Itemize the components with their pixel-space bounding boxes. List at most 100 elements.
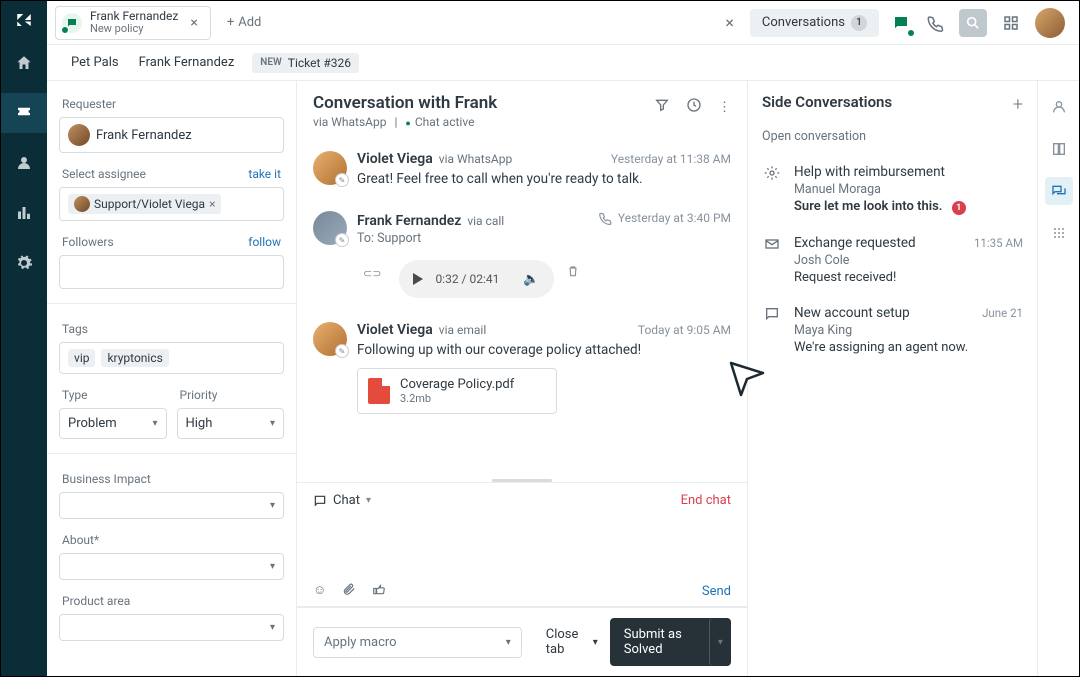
- phone-icon[interactable]: [925, 13, 945, 33]
- sc-time: 11:35 AM: [974, 235, 1023, 285]
- audio-time: 0:32 / 02:41: [435, 272, 499, 286]
- profile-avatar[interactable]: [1035, 8, 1065, 38]
- tag-chip[interactable]: vip: [68, 349, 95, 367]
- audio-link-icon[interactable]: ⊂⊃: [357, 267, 387, 280]
- filter-icon[interactable]: [654, 97, 670, 117]
- apply-macro-select[interactable]: Apply macro: [313, 627, 522, 658]
- sc-title: Help with reimbursement: [794, 164, 1023, 180]
- assignee-field[interactable]: Support/Violet Viega ×: [59, 187, 284, 221]
- submit-dropdown[interactable]: [709, 618, 731, 666]
- conversation-title: Conversation with Frank: [313, 93, 497, 113]
- attachment-chip[interactable]: Coverage Policy.pdf 3.2mb: [357, 368, 557, 414]
- channel-selector[interactable]: Chat ▾: [313, 493, 371, 508]
- priority-select[interactable]: High: [177, 408, 285, 439]
- end-chat-button[interactable]: End chat: [681, 493, 731, 508]
- impact-select[interactable]: [59, 492, 284, 519]
- user-icon[interactable]: [1045, 93, 1073, 121]
- search-box-icon[interactable]: [959, 9, 987, 37]
- side-conversation-item[interactable]: Exchange requested Josh Cole Request rec…: [762, 225, 1023, 295]
- tab-open-ticket[interactable]: Frank Fernandez New policy ×: [55, 6, 211, 40]
- call-icon: [598, 211, 612, 225]
- apps-grid-icon[interactable]: [1045, 219, 1073, 247]
- chat-icon: [62, 13, 82, 33]
- side-conversations-icon[interactable]: [1045, 177, 1073, 205]
- sc-sub: Josh Cole: [794, 253, 962, 268]
- remove-assignee-icon[interactable]: ×: [209, 197, 215, 211]
- tag-chip[interactable]: kryptonics: [101, 349, 168, 367]
- mail-icon: [762, 235, 782, 285]
- play-icon[interactable]: [413, 273, 423, 285]
- about-label: About*: [62, 533, 281, 547]
- impact-label: Business Impact: [62, 472, 281, 486]
- chat-status-icon[interactable]: [891, 13, 911, 33]
- close-tab-button[interactable]: Close tab▾: [546, 627, 598, 657]
- gear-icon: [762, 164, 782, 215]
- nav-reporting[interactable]: [1, 193, 47, 233]
- nav-rail: [1, 1, 47, 676]
- sc-sub: Manuel Moraga: [794, 182, 1023, 197]
- message-channel: via WhatsApp: [439, 152, 512, 166]
- type-select[interactable]: Problem: [59, 408, 167, 439]
- crumb-requester[interactable]: Frank Fernandez: [131, 51, 243, 74]
- add-tab-button[interactable]: + Add: [217, 15, 272, 30]
- ticket-fields-panel: Requester Frank Fernandez Select assigne…: [47, 81, 297, 676]
- audio-player[interactable]: 0:32 / 02:41 🔈: [399, 260, 553, 298]
- message: ✎ Frank Fernandez via call Yesterday at …: [313, 199, 731, 310]
- tab-close-icon[interactable]: ×: [186, 15, 201, 31]
- requester-field[interactable]: Frank Fernandez: [59, 117, 284, 153]
- history-icon[interactable]: [686, 97, 702, 117]
- nav-customers[interactable]: [1, 143, 47, 183]
- message-author: Violet Viega: [357, 151, 433, 167]
- knowledge-icon[interactable]: [1045, 135, 1073, 163]
- plus-icon: +: [227, 15, 234, 30]
- delete-icon[interactable]: [566, 264, 580, 282]
- product-select[interactable]: [59, 614, 284, 641]
- side-conversation-item[interactable]: Help with reimbursement Manuel Moraga Su…: [762, 154, 1023, 225]
- more-icon[interactable]: ⋮: [718, 100, 731, 115]
- side-subtitle: Open conversation: [762, 129, 1023, 144]
- submit-button[interactable]: Submit as Solved: [610, 618, 717, 666]
- about-select[interactable]: [59, 553, 284, 580]
- tags-field[interactable]: vip kryptonics: [59, 342, 284, 374]
- message-avatar: ✎: [313, 211, 347, 245]
- thumbs-up-icon[interactable]: [372, 582, 386, 600]
- chat-status: Chat active: [405, 115, 474, 129]
- nav-admin[interactable]: [1, 243, 47, 283]
- sc-snippet: Request received!: [794, 270, 962, 285]
- message-text: Following up with our coverage policy at…: [357, 342, 731, 358]
- side-conversations-panel: Side Conversations + Open conversation H…: [747, 81, 1037, 676]
- apps-icon[interactable]: [1001, 13, 1021, 33]
- send-button[interactable]: Send: [702, 584, 731, 599]
- follow-link[interactable]: follow: [248, 235, 281, 249]
- tab-subtitle: New policy: [90, 23, 178, 35]
- message: ✎ Violet Viega via WhatsApp Yesterday at…: [313, 139, 731, 199]
- sc-title: Exchange requested: [794, 235, 962, 251]
- volume-icon[interactable]: 🔈: [523, 272, 539, 287]
- side-conversation-item[interactable]: New account setup Maya King We're assign…: [762, 295, 1023, 365]
- type-label: Type: [62, 388, 164, 402]
- message-avatar: ✎: [313, 322, 347, 356]
- followers-field[interactable]: [59, 255, 284, 289]
- message-to: To: Support: [357, 231, 731, 246]
- ticket-pill[interactable]: NEW Ticket #326: [252, 53, 359, 73]
- context-rail: [1037, 81, 1079, 676]
- take-it-link[interactable]: take it: [248, 167, 281, 181]
- attachment-icon[interactable]: [342, 582, 356, 600]
- nav-tickets[interactable]: [1, 93, 47, 133]
- sc-sub: Maya King: [794, 323, 970, 338]
- composer-input[interactable]: [297, 518, 747, 576]
- search-close-icon[interactable]: ×: [709, 13, 750, 32]
- conversations-button[interactable]: Conversations 1: [750, 9, 879, 37]
- message-time: Yesterday at 3:40 PM: [598, 211, 731, 225]
- crumb-org[interactable]: Pet Pals: [63, 51, 127, 74]
- attachment-size: 3.2mb: [400, 392, 514, 405]
- sc-snippet: Sure let me look into this. 1: [794, 199, 1023, 215]
- brand-logo: [15, 11, 33, 33]
- message-avatar: ✎: [313, 151, 347, 185]
- emoji-icon[interactable]: ☺: [313, 582, 326, 600]
- assignee-chip[interactable]: Support/Violet Viega ×: [68, 194, 221, 214]
- add-side-conversation-icon[interactable]: +: [1013, 94, 1023, 115]
- conversation-via: via WhatsApp: [313, 115, 386, 129]
- product-label: Product area: [62, 594, 281, 608]
- nav-home[interactable]: [1, 43, 47, 83]
